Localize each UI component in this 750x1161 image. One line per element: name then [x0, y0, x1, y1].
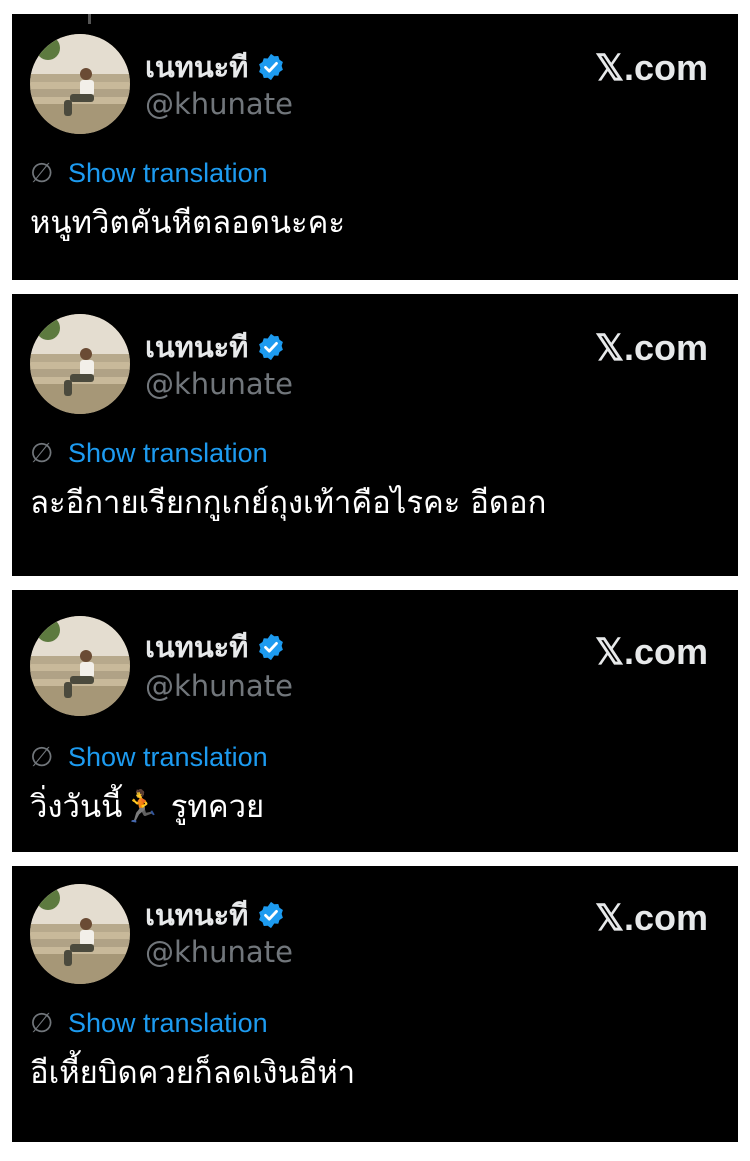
display-name[interactable]: เนทนะที	[145, 632, 248, 662]
translate-globe-icon: ∅	[30, 158, 54, 189]
show-translation-link[interactable]: Show translation	[68, 744, 268, 771]
show-translation-link[interactable]: Show translation	[68, 160, 268, 187]
tweet-card[interactable]: เนทนะที @khunate 𝕏.com ∅ Show translatio…	[12, 14, 738, 280]
avatar[interactable]	[30, 884, 130, 984]
verified-badge-icon	[256, 332, 286, 362]
name-row: เนทนะที	[145, 900, 286, 930]
tweet-card[interactable]: เนทนะที @khunate 𝕏.com ∅ Show translatio…	[12, 590, 738, 852]
x-brand-logo: 𝕏.com	[594, 897, 708, 938]
handle[interactable]: @khunate	[145, 672, 293, 701]
tweet-card[interactable]: เนทนะที @khunate 𝕏.com ∅ Show translatio…	[12, 866, 738, 1142]
handle[interactable]: @khunate	[145, 90, 293, 119]
verified-badge-icon	[256, 52, 286, 82]
translate-globe-icon: ∅	[30, 742, 54, 773]
show-translation-row[interactable]: ∅ Show translation	[30, 742, 268, 773]
show-translation-link[interactable]: Show translation	[68, 1010, 268, 1037]
tweet-card[interactable]: เนทนะที @khunate 𝕏.com ∅ Show translatio…	[12, 294, 738, 576]
x-brand-logo: 𝕏.com	[594, 327, 708, 368]
display-name[interactable]: เนทนะที	[145, 900, 248, 930]
tweet-text: หนูทวิตคันหีตลอดนะคะ	[30, 205, 346, 241]
verified-badge-icon	[256, 900, 286, 930]
name-row: เนทนะที	[145, 332, 286, 362]
show-translation-link[interactable]: Show translation	[68, 440, 268, 467]
display-name[interactable]: เนทนะที	[145, 52, 248, 82]
tweet-text: วิ่งวันนี้🏃 รูทควย	[30, 789, 265, 825]
show-translation-row[interactable]: ∅ Show translation	[30, 438, 268, 469]
display-name[interactable]: เนทนะที	[145, 332, 248, 362]
avatar[interactable]	[30, 616, 130, 716]
translate-globe-icon: ∅	[30, 1008, 54, 1039]
show-translation-row[interactable]: ∅ Show translation	[30, 1008, 268, 1039]
x-brand-logo: 𝕏.com	[594, 47, 708, 88]
tweet-text: อีเหี้ยบิดควยก็ลดเงินอีห่า	[30, 1055, 356, 1091]
divider-tick	[88, 14, 91, 24]
tweet-text: ละอีกายเรียกกูเกย์ถุงเท้าคือไรคะ อีดอก	[30, 485, 547, 521]
avatar[interactable]	[30, 314, 130, 414]
translate-globe-icon: ∅	[30, 438, 54, 469]
handle[interactable]: @khunate	[145, 370, 293, 399]
handle[interactable]: @khunate	[145, 938, 293, 967]
name-row: เนทนะที	[145, 52, 286, 82]
x-brand-logo: 𝕏.com	[594, 631, 708, 672]
show-translation-row[interactable]: ∅ Show translation	[30, 158, 268, 189]
name-row: เนทนะที	[145, 632, 286, 662]
avatar[interactable]	[30, 34, 130, 134]
verified-badge-icon	[256, 632, 286, 662]
